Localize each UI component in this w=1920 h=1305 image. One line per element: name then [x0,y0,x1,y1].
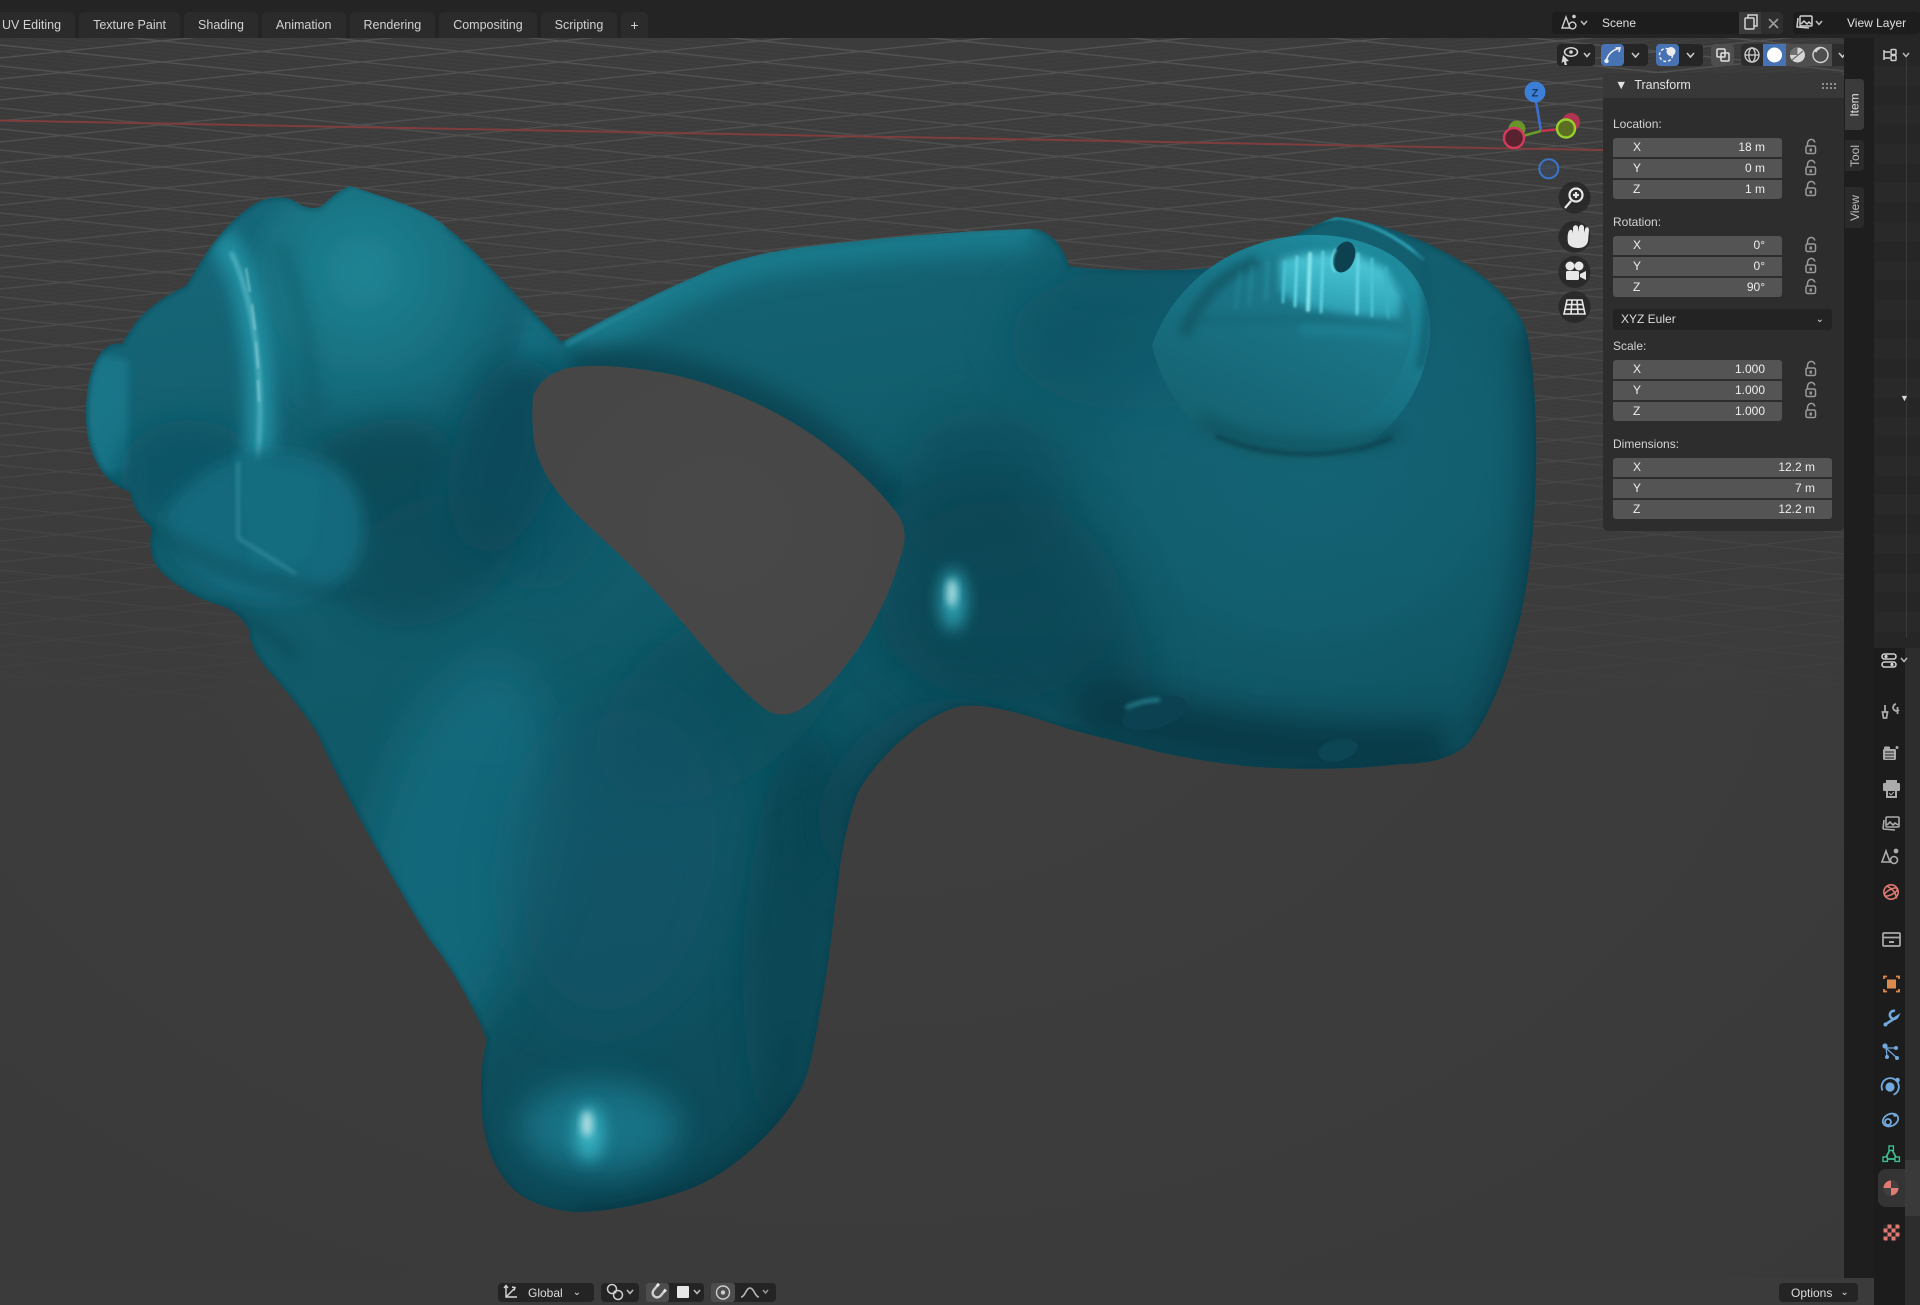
svg-text:Z: Z [1532,88,1539,100]
